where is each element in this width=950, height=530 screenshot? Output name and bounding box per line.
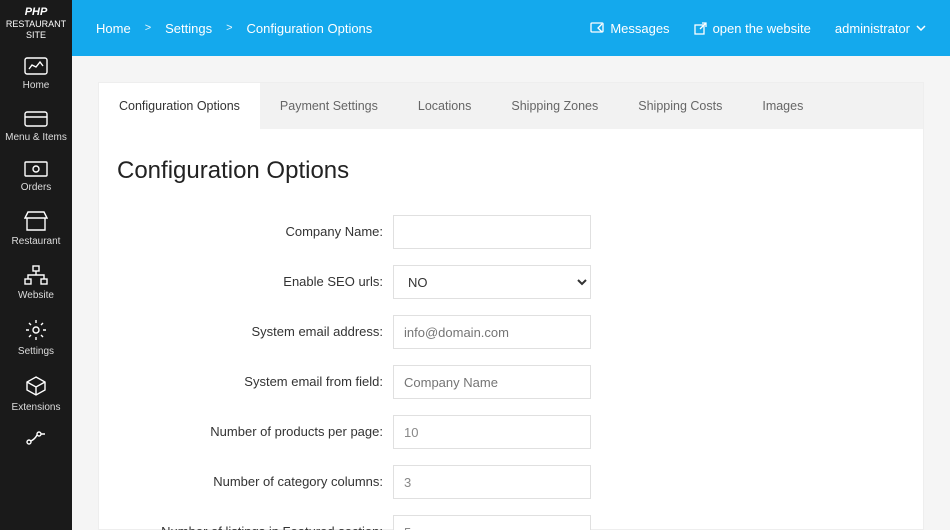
sidebar-item-website[interactable]: Website [0,255,72,309]
logo: PHP RESTAURANT SITE [0,0,72,47]
company-name-input[interactable] [393,215,591,249]
chevron-right-icon: > [226,22,232,34]
cat-cols-input[interactable] [393,465,591,499]
sidebar-item-label: Settings [18,346,54,357]
crumb-home[interactable]: Home [96,21,131,36]
message-icon [590,22,604,34]
topbar: Home > Settings > Configuration Options … [72,0,950,56]
tab-locations[interactable]: Locations [398,83,492,129]
email-from-input[interactable] [393,365,591,399]
cube-icon [25,375,47,397]
tab-payment[interactable]: Payment Settings [260,83,398,129]
tabs: Configuration Options Payment Settings L… [99,83,923,129]
featured-input[interactable] [393,515,591,530]
label-cat-cols: Number of category columns: [117,474,393,491]
label-company-name: Company Name: [117,224,393,241]
sidebar-item-label: Home [23,80,50,91]
settings-card: Configuration Options Payment Settings L… [98,82,924,530]
tab-shipping-costs[interactable]: Shipping Costs [618,83,742,129]
open-website-link[interactable]: open the website [694,21,811,36]
sidebar-item-orders[interactable]: Orders [0,151,72,201]
crumb-settings[interactable]: Settings [165,21,212,36]
money-icon [24,161,48,177]
sidebar-item-extensions[interactable]: Extensions [0,365,72,421]
sidebar: PHP RESTAURANT SITE Home Menu & Items Or… [0,0,72,530]
crumb-current[interactable]: Configuration Options [247,21,373,36]
sidebar-item-menu[interactable]: Menu & Items [0,99,72,151]
tab-configuration[interactable]: Configuration Options [99,83,260,129]
label-email-from: System email from field: [117,374,393,391]
main: Configuration Options Payment Settings L… [72,56,950,530]
sidebar-item-label: Extensions [12,402,61,413]
label-featured: Number of listings in Featured section: [117,524,393,530]
tab-content: Configuration Options Company Name: Enab… [99,129,923,530]
sidebar-item-label: Menu & Items [5,132,67,143]
sidebar-item-home[interactable]: Home [0,47,72,99]
sidebar-item-settings[interactable]: Settings [0,309,72,365]
sidebar-item-restaurant[interactable]: Restaurant [0,201,72,255]
email-addr-input[interactable] [393,315,591,349]
store-icon [24,211,48,231]
user-menu[interactable]: administrator [835,21,926,36]
branch-icon [25,431,47,445]
page-title: Configuration Options [117,157,905,185]
gear-icon [25,319,47,341]
chevron-right-icon: > [145,22,151,34]
label-per-page: Number of products per page: [117,424,393,441]
chevron-down-icon [916,25,926,31]
tab-images[interactable]: Images [742,83,823,129]
sitemap-icon [24,265,48,285]
messages-link[interactable]: Messages [590,21,669,36]
dashboard-icon [24,57,48,75]
external-link-icon [694,22,707,35]
label-seo: Enable SEO urls: [117,274,393,291]
sidebar-item-label: Orders [21,182,52,193]
tab-shipping-zones[interactable]: Shipping Zones [491,83,618,129]
label-email-addr: System email address: [117,324,393,341]
breadcrumb: Home > Settings > Configuration Options [96,21,372,36]
per-page-input[interactable] [393,415,591,449]
sidebar-item-more[interactable] [0,421,72,453]
seo-select[interactable]: NO [393,265,591,299]
sidebar-item-label: Restaurant [12,236,61,247]
menu-icon [24,109,48,127]
sidebar-item-label: Website [18,290,54,301]
